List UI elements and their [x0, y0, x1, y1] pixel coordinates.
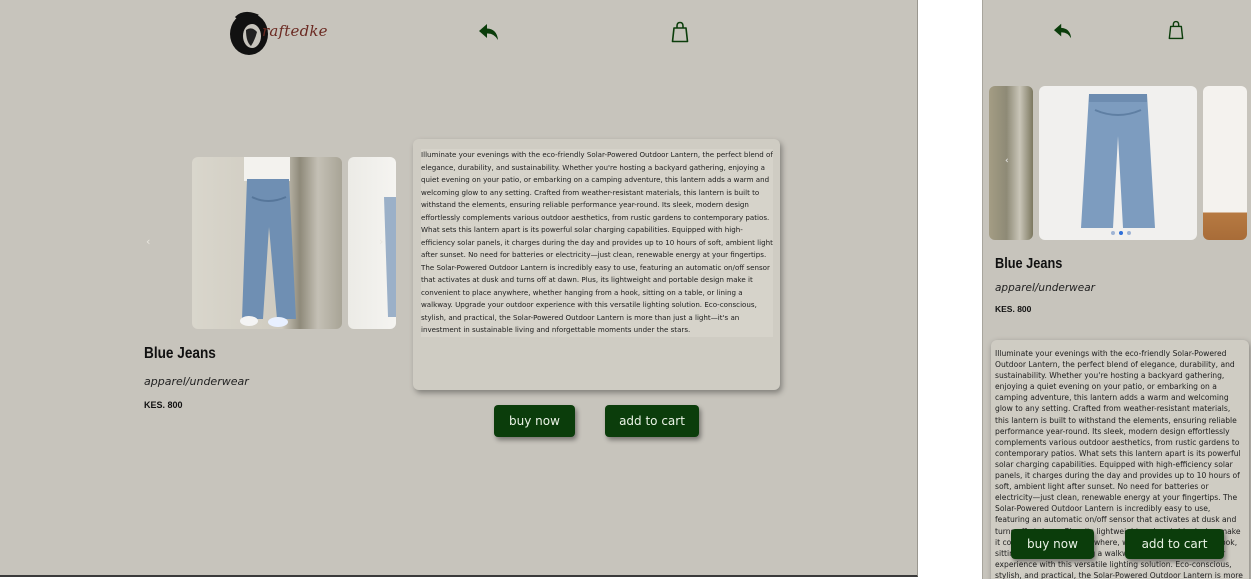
- logo-text: raftedke: [262, 22, 328, 40]
- carousel-dot-active[interactable]: [1119, 231, 1123, 235]
- carousel-dot[interactable]: [1111, 231, 1115, 235]
- carousel-next-icon[interactable]: ›: [379, 235, 383, 248]
- brand-logo[interactable]: raftedke: [228, 6, 328, 58]
- product-category: apparel/underwear: [144, 375, 249, 388]
- buy-now-button[interactable]: buy now: [1011, 529, 1094, 559]
- buy-now-button[interactable]: buy now: [494, 405, 575, 437]
- product-title: Blue Jeans: [144, 345, 216, 362]
- product-image-jeans-flat: [1039, 86, 1197, 240]
- product-price: KES. 800: [144, 400, 183, 410]
- product-category: apparel/underwear: [995, 282, 1095, 294]
- product-price: KES. 800: [995, 304, 1032, 314]
- reply-arrow-icon[interactable]: [1053, 22, 1073, 40]
- product-image-next: [1203, 86, 1247, 240]
- product-image-carousel[interactable]: ‹ ›: [140, 155, 396, 330]
- shopping-bag-icon[interactable]: [671, 21, 689, 43]
- add-to-cart-button[interactable]: add to cart: [605, 405, 699, 437]
- shopping-bag-icon[interactable]: [1168, 20, 1184, 40]
- product-description: Illuminate your evenings with the eco-fr…: [421, 149, 773, 337]
- mobile-view: ‹ Blue Jeans apparel/underwear KES. 800 …: [982, 0, 1251, 579]
- product-image-jeans-worn: [192, 157, 342, 329]
- jeans-photo-icon: [240, 157, 296, 327]
- product-image-jeans-alt: [348, 157, 396, 329]
- jeans-photo-icon: [384, 197, 396, 317]
- add-to-cart-button[interactable]: add to cart: [1125, 529, 1224, 559]
- description-card: Illuminate your evenings with the eco-fr…: [413, 139, 780, 390]
- product-title: Blue Jeans: [995, 255, 1063, 272]
- carousel-indicators[interactable]: [1111, 231, 1131, 235]
- reply-arrow-icon[interactable]: [478, 22, 500, 42]
- jeans-photo-icon: [1081, 94, 1155, 228]
- product-image-carousel[interactable]: ‹: [989, 86, 1247, 240]
- carousel-prev-icon[interactable]: ‹: [146, 235, 150, 248]
- carousel-dot[interactable]: [1127, 231, 1131, 235]
- desktop-view: raftedke ‹ › Blue Jeans apparel/underwea…: [0, 0, 918, 577]
- product-image-jeans-worn: [989, 86, 1033, 240]
- carousel-prev-icon[interactable]: ‹: [1005, 156, 1009, 166]
